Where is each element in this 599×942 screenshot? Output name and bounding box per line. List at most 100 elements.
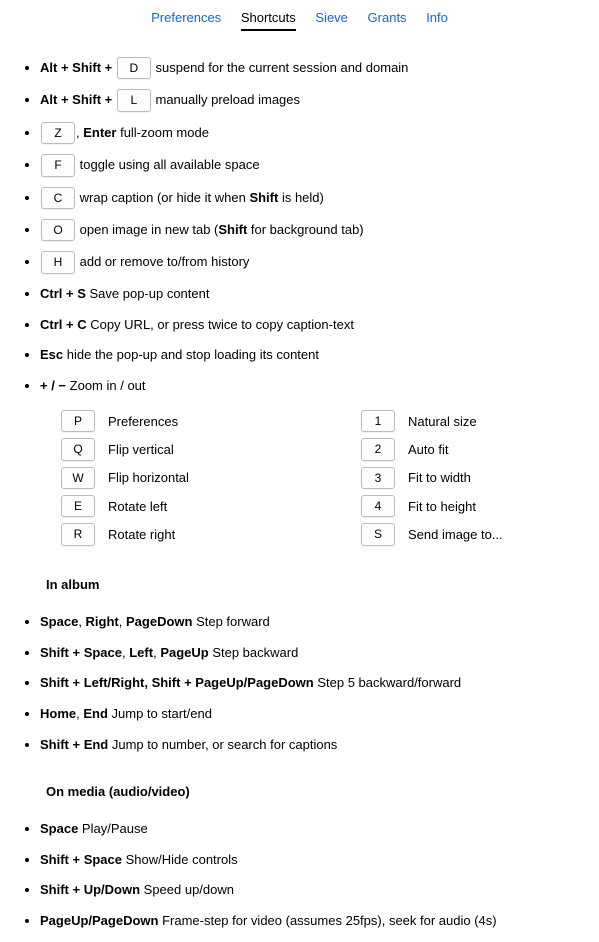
tab-bar: Preferences Shortcuts Sieve Grants Info [0,0,599,37]
tab-preferences[interactable]: Preferences [151,10,221,29]
section-in-album: In album [46,577,599,592]
list-item: PageUp/PageDown Frame-step for video (as… [40,911,599,932]
desc: open image in new tab ( [80,222,219,237]
shortcut-list: Alt + Shift + D suspend for the current … [0,57,599,397]
list-item: Shift + Up/Down Speed up/down [40,880,599,901]
list-item: Ctrl + C Copy URL, or press twice to cop… [40,315,599,336]
key-combo: Alt + Shift + [40,60,112,75]
left-column: P Preferences Q Flip vertical W Flip horizo… [60,407,360,549]
key-combo: Ctrl + C [40,317,87,332]
list-item: Alt + Shift + D suspend for the current … [40,57,599,79]
desc: Step backward [209,645,299,660]
label: Rotate left [108,499,167,514]
album-list: Space, Right, PageDown Step forward Shif… [0,612,599,756]
label: Send image to... [408,527,503,542]
key-o[interactable]: O [41,219,75,241]
media-list: Space Play/Pause Shift + Space Show/Hide… [0,819,599,932]
key-c[interactable]: C [41,187,75,209]
desc: suspend for the current session and doma… [155,60,408,75]
row: 1 Natural size [360,410,503,432]
list-item: Space, Right, PageDown Step forward [40,612,599,633]
desc: is held) [278,190,324,205]
key-shift: Shift [249,190,278,205]
list-item: Shift + Space Show/Hide controls [40,850,599,871]
key-r[interactable]: R [61,523,95,545]
key-d[interactable]: D [117,57,151,79]
row: P Preferences [60,410,360,432]
key-s[interactable]: S [361,523,395,545]
desc: Jump to start/end [108,706,212,721]
label: Fit to height [408,499,476,514]
list-item: O open image in new tab (Shift for backg… [40,219,599,241]
key-4[interactable]: 4 [361,495,395,517]
label: Flip horizontal [108,470,189,485]
list-item: Ctrl + S Save pop-up content [40,284,599,305]
row: Q Flip vertical [60,438,360,460]
label: Preferences [108,414,178,429]
desc: Step forward [192,614,269,629]
list-item: Z, Enter full-zoom mode [40,122,599,144]
key-combo: Ctrl + S [40,286,86,301]
label: Flip vertical [108,442,174,457]
list-item: Esc hide the pop-up and stop loading its… [40,345,599,366]
desc: wrap caption (or hide it when [80,190,250,205]
row: W Flip horizontal [60,467,360,489]
key-1[interactable]: 1 [361,410,395,432]
label: Fit to width [408,470,471,485]
section-on-media: On media (audio/video) [46,784,599,799]
row: E Rotate left [60,495,360,517]
desc: Zoom in / out [66,378,145,393]
key-w[interactable]: W [61,467,95,489]
key-f[interactable]: F [41,154,75,176]
desc: full-zoom mode [116,125,208,140]
desc: toggle using all available space [80,157,260,172]
key-l[interactable]: L [117,89,151,111]
list-item: Home, End Jump to start/end [40,704,599,725]
right-column: 1 Natural size 2 Auto fit 3 Fit to width 4F… [360,407,503,549]
desc: Copy URL, or press twice to copy caption… [87,317,354,332]
desc: Save pop-up content [86,286,210,301]
tab-grants[interactable]: Grants [368,10,407,29]
key-z[interactable]: Z [41,122,75,144]
desc: hide the pop-up and stop loading its con… [63,347,319,362]
list-item: + / − Zoom in / out [40,376,599,397]
list-item: Alt + Shift + L manually preload images [40,89,599,111]
row: R Rotate right [60,523,360,545]
key-shift: Shift [218,222,247,237]
desc: Play/Pause [78,821,147,836]
desc: for background tab) [247,222,363,237]
list-item: Space Play/Pause [40,819,599,840]
key-e[interactable]: E [61,495,95,517]
two-column-keys: P Preferences Q Flip vertical W Flip horizo… [60,407,599,549]
desc: Speed up/down [140,882,234,897]
key-esc: Esc [40,347,63,362]
row: 2 Auto fit [360,438,503,460]
key-h[interactable]: H [41,251,75,273]
desc: Show/Hide controls [122,852,238,867]
key-q[interactable]: Q [61,438,95,460]
list-item: H add or remove to/from history [40,251,599,273]
key-enter: Enter [83,125,116,140]
desc: Frame-step for video (assumes 25fps), se… [158,913,496,928]
key-p[interactable]: P [61,410,95,432]
row: S Send image to... [360,523,503,545]
list-item: Shift + End Jump to number, or search fo… [40,735,599,756]
tab-sieve[interactable]: Sieve [315,10,348,29]
row: 4 Fit to height [360,495,503,517]
desc: add or remove to/from history [80,254,250,269]
key-3[interactable]: 3 [361,467,395,489]
key-zoom: + / − [40,378,66,393]
key-2[interactable]: 2 [361,438,395,460]
desc: manually preload images [155,92,300,107]
key-combo: Alt + Shift + [40,92,112,107]
label: Natural size [408,414,477,429]
desc: Step 5 backward/forward [314,675,461,690]
list-item: C wrap caption (or hide it when Shift is… [40,187,599,209]
list-item: Shift + Space, Left, PageUp Step backwar… [40,643,599,664]
list-item: Shift + Left/Right, Shift + PageUp/PageD… [40,673,599,694]
label: Auto fit [408,442,448,457]
label: Rotate right [108,527,175,542]
tab-shortcuts[interactable]: Shortcuts [241,10,296,31]
desc: Jump to number, or search for captions [108,737,337,752]
tab-info[interactable]: Info [426,10,448,29]
